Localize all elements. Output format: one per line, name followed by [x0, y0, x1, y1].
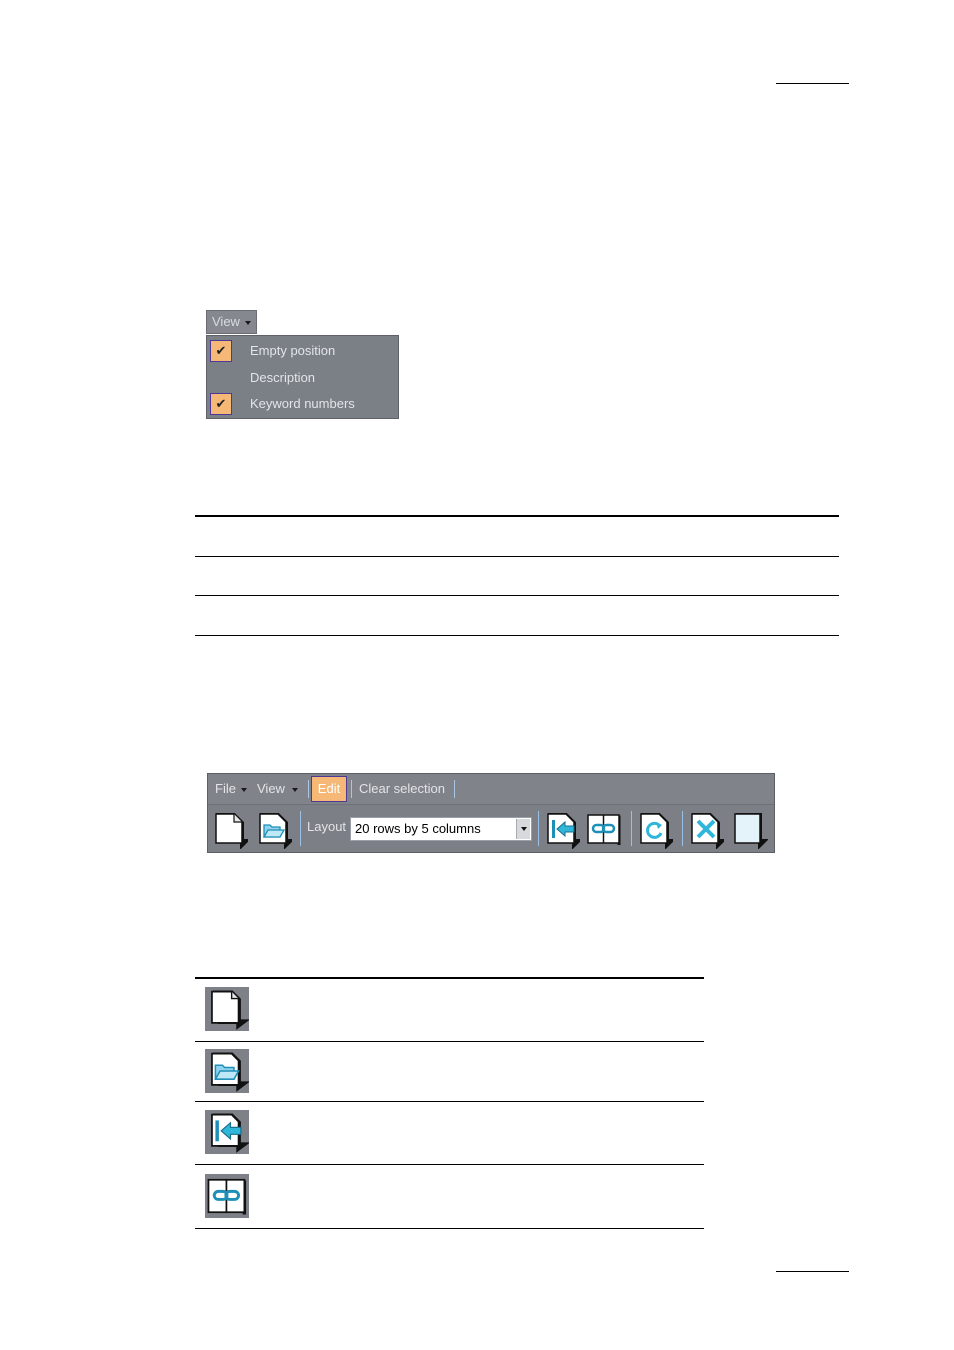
menu-item-keyword-numbers[interactable]: ✔ Keyword numbers: [207, 391, 398, 418]
clear-selection-menu[interactable]: Clear selection: [359, 781, 445, 796]
insert-button[interactable]: [544, 811, 583, 850]
toolbar-separator: [538, 811, 539, 846]
file-menu[interactable]: File: [215, 781, 236, 796]
view-menu[interactable]: View: [257, 781, 285, 796]
blank-page-button[interactable]: [732, 811, 769, 850]
layout-select[interactable]: 20 rows by 5 columns: [350, 817, 532, 841]
checkmark-icon: ✔: [210, 340, 232, 362]
view-menu-screenshot: View ✔ Empty position Description ✔ Keyw…: [206, 310, 399, 419]
table2-row-rule: [195, 1041, 704, 1042]
link-cell: [205, 1174, 249, 1218]
open-folder-icon: [259, 813, 295, 850]
dropdown-arrow-icon[interactable]: [516, 819, 530, 839]
footer-rule: [776, 1271, 849, 1272]
edit-menu[interactable]: Edit: [311, 776, 347, 802]
view-menu-button[interactable]: View: [206, 310, 257, 334]
insert-icon: [547, 813, 583, 850]
new-page-icon: [215, 813, 251, 850]
toolbar-separator: [682, 811, 683, 846]
menu-item-label: Description: [250, 370, 316, 385]
link-icon: [207, 1178, 247, 1215]
toolbar-menubar: File View Edit Clear selection: [208, 774, 774, 805]
caret-down-icon: [245, 321, 251, 325]
layout-select-value: 20 rows by 5 columns: [355, 821, 481, 836]
insert-cell: [205, 1110, 251, 1154]
table2-bottom-rule: [195, 1228, 704, 1229]
toolbar-screenshot: File View Edit Clear selection Layout 20…: [207, 773, 775, 853]
table2-top-rule: [195, 977, 704, 979]
menu-item-label: Empty position: [250, 343, 336, 358]
table2-row-rule: [195, 1164, 704, 1165]
link-icon: [587, 814, 621, 845]
menu-item-description[interactable]: Description: [207, 365, 398, 392]
menu-item-label: Keyword numbers: [250, 396, 355, 411]
view-menu-label: View: [212, 314, 240, 329]
toolbar-iconbar: Layout 20 rows by 5 columns: [208, 805, 774, 852]
checkmark-icon: ✔: [210, 393, 232, 415]
refresh-icon: [640, 813, 676, 850]
delete-icon: [691, 813, 727, 850]
view-menu-list: ✔ Empty position Description ✔ Keyword n…: [206, 335, 399, 419]
table1-row-rule: [195, 595, 839, 596]
refresh-button[interactable]: [637, 811, 676, 850]
toolbar-separator: [631, 811, 632, 846]
insert-icon: [211, 1113, 251, 1153]
table2-row-rule: [195, 1101, 704, 1102]
open-folder-cell: [205, 1049, 251, 1093]
caret-down-icon: [292, 788, 298, 792]
link-button[interactable]: [586, 811, 622, 849]
layout-label: Layout: [307, 819, 347, 834]
menu-separator: [454, 780, 455, 798]
table1-top-rule: [195, 515, 839, 517]
open-folder-icon: [211, 1052, 251, 1092]
delete-button[interactable]: [688, 811, 727, 850]
table1-bottom-rule: [195, 635, 839, 636]
new-page-button[interactable]: [212, 811, 251, 850]
table1-row-rule: [195, 556, 839, 557]
new-page-icon: [211, 990, 251, 1030]
open-button[interactable]: [256, 811, 295, 850]
blank-page-icon: [734, 813, 769, 850]
caret-down-icon: [241, 788, 247, 792]
menu-separator: [308, 780, 309, 798]
header-rule: [776, 83, 849, 84]
menu-item-empty-position[interactable]: ✔ Empty position: [207, 338, 398, 365]
toolbar-separator: [300, 811, 301, 846]
new-page-cell: [205, 987, 251, 1031]
menu-separator: [351, 780, 352, 798]
